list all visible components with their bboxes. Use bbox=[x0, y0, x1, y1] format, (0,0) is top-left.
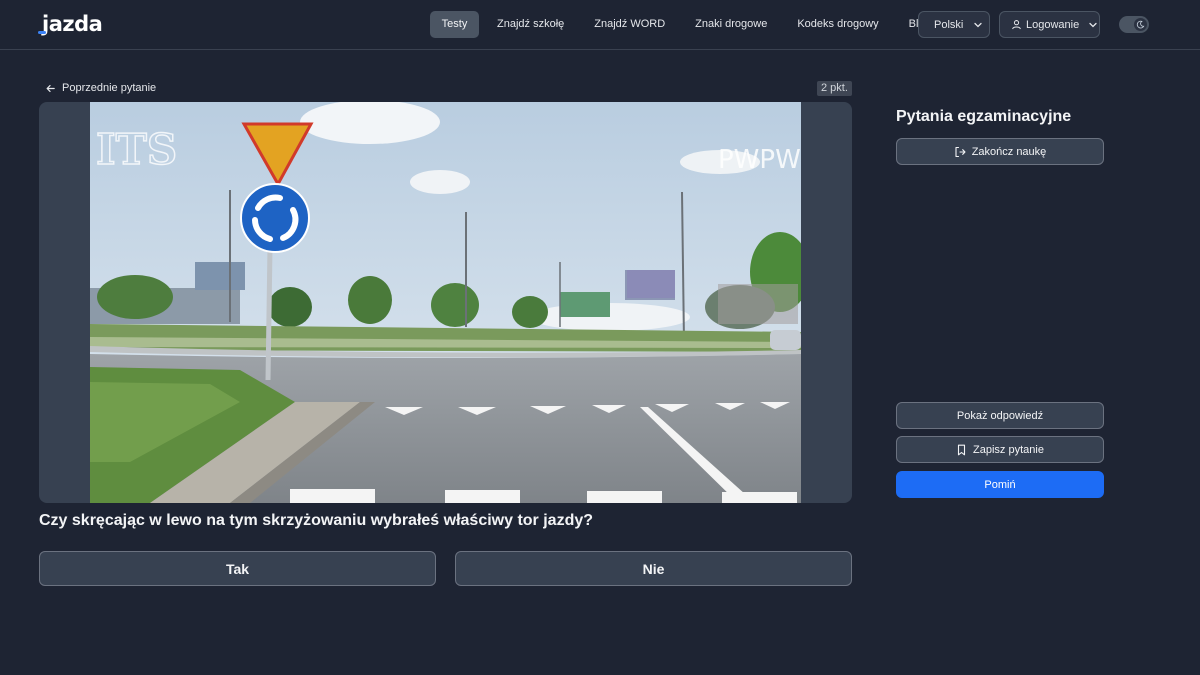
answer-no-button[interactable]: Nie bbox=[455, 551, 852, 586]
finish-study-label: Zakończ naukę bbox=[971, 145, 1047, 158]
road-scene-image: ITS PWPW bbox=[90, 102, 801, 503]
arrow-left-icon bbox=[45, 83, 56, 94]
top-header: jazda Testy Znajdź szkołę Znajdź WORD Zn… bbox=[0, 0, 1200, 50]
nav-item-testy[interactable]: Testy bbox=[430, 11, 479, 38]
save-question-button[interactable]: Zapisz pytanie bbox=[896, 436, 1104, 463]
previous-question-label: Poprzednie pytanie bbox=[62, 82, 157, 94]
nav-item-road-signs[interactable]: Znaki drogowe bbox=[682, 11, 780, 38]
logo[interactable]: jazda bbox=[37, 11, 103, 37]
question-text: Czy skręcając w lewo na tym skrzyżowaniu… bbox=[39, 512, 594, 529]
save-question-label: Zapisz pytanie bbox=[973, 443, 1044, 456]
sidebar-title: Pytania egzaminacyjne bbox=[896, 108, 1072, 125]
language-select[interactable]: Polski bbox=[918, 11, 990, 38]
skip-button[interactable]: Pomiń bbox=[896, 471, 1104, 498]
login-button[interactable]: Logowanie bbox=[999, 11, 1100, 38]
question-media: ITS PWPW bbox=[39, 102, 852, 503]
watermark-right: PWPW bbox=[718, 145, 801, 175]
nav-item-find-school[interactable]: Znajdź szkołę bbox=[484, 11, 577, 38]
answer-yes-button[interactable]: Tak bbox=[39, 551, 436, 586]
logo-text: jazda bbox=[37, 12, 103, 36]
previous-question-link[interactable]: Poprzednie pytanie bbox=[45, 80, 156, 96]
chevron-down-icon bbox=[1088, 20, 1098, 30]
logout-icon bbox=[954, 146, 966, 158]
language-label: Polski bbox=[934, 18, 964, 31]
skip-label: Pomiń bbox=[984, 478, 1016, 491]
finish-study-button[interactable]: Zakończ naukę bbox=[896, 138, 1104, 165]
user-icon bbox=[1011, 19, 1022, 30]
nav-item-find-word[interactable]: Znajdź WORD bbox=[581, 11, 678, 38]
chevron-down-icon bbox=[973, 20, 983, 30]
theme-toggle[interactable] bbox=[1119, 16, 1149, 33]
nav-item-road-code[interactable]: Kodeks drogowy bbox=[784, 11, 891, 38]
bookmark-icon bbox=[956, 444, 967, 456]
moon-icon bbox=[1134, 18, 1147, 31]
show-answer-label: Pokaż odpowiedź bbox=[956, 409, 1044, 422]
show-answer-button[interactable]: Pokaż odpowiedź bbox=[896, 402, 1104, 429]
points-badge: 2 pkt. bbox=[817, 81, 852, 96]
main-nav: Testy Znajdź szkołę Znajdź WORD Znaki dr… bbox=[430, 11, 944, 38]
login-label: Logowanie bbox=[1026, 18, 1080, 31]
watermark-left: ITS bbox=[96, 125, 177, 174]
